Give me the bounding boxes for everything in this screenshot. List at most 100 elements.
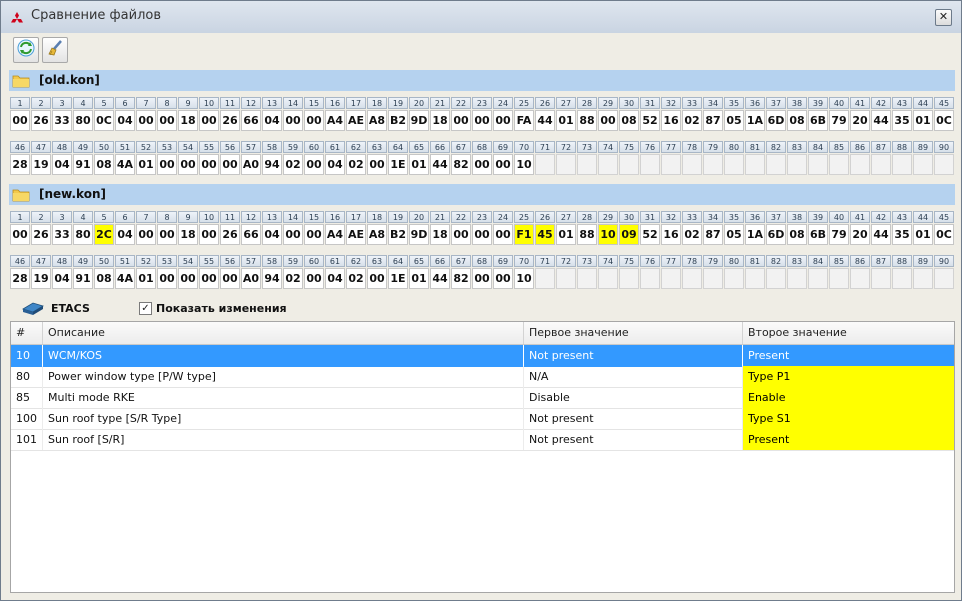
title-bar[interactable]: Сравнение файлов ✕ bbox=[1, 1, 961, 33]
byte-cell[interactable]: 25 F1 bbox=[514, 211, 534, 245]
byte-cell[interactable]: 42 44 bbox=[871, 211, 891, 245]
byte-cell[interactable]: 57 A0 bbox=[241, 141, 261, 175]
byte-cell[interactable]: 87 bbox=[871, 141, 891, 175]
byte-cell[interactable]: 14 00 bbox=[283, 211, 303, 245]
byte-cell[interactable]: 41 20 bbox=[850, 211, 870, 245]
byte-cell[interactable]: 6 04 bbox=[115, 211, 135, 245]
byte-cell[interactable]: 60 00 bbox=[304, 255, 324, 289]
byte-cell[interactable]: 86 bbox=[850, 141, 870, 175]
byte-cell[interactable]: 38 08 bbox=[787, 97, 807, 131]
byte-cell[interactable]: 13 04 bbox=[262, 97, 282, 131]
byte-cell[interactable]: 43 35 bbox=[892, 97, 912, 131]
byte-cell[interactable]: 77 bbox=[661, 255, 681, 289]
byte-cell[interactable]: 84 bbox=[808, 255, 828, 289]
byte-cell[interactable]: 20 9D bbox=[409, 211, 429, 245]
byte-cell[interactable]: 88 bbox=[892, 141, 912, 175]
byte-cell[interactable]: 50 08 bbox=[94, 141, 114, 175]
byte-cell[interactable]: 5 2C bbox=[94, 211, 114, 245]
byte-cell[interactable]: 67 82 bbox=[451, 141, 471, 175]
byte-cell[interactable]: 54 00 bbox=[178, 255, 198, 289]
byte-cell[interactable]: 30 09 bbox=[619, 211, 639, 245]
show-changes-label[interactable]: Показать изменения bbox=[156, 302, 287, 315]
byte-cell[interactable]: 28 88 bbox=[577, 211, 597, 245]
byte-cell[interactable]: 84 bbox=[808, 141, 828, 175]
byte-cell[interactable]: 75 bbox=[619, 141, 639, 175]
byte-cell[interactable]: 21 18 bbox=[430, 211, 450, 245]
byte-cell[interactable]: 16 A4 bbox=[325, 211, 345, 245]
byte-cell[interactable]: 44 01 bbox=[913, 97, 933, 131]
byte-cell[interactable]: 27 01 bbox=[556, 97, 576, 131]
byte-cell[interactable]: 63 00 bbox=[367, 255, 387, 289]
byte-cell[interactable]: 62 02 bbox=[346, 141, 366, 175]
byte-cell[interactable]: 36 1A bbox=[745, 211, 765, 245]
byte-cell[interactable]: 50 08 bbox=[94, 255, 114, 289]
byte-cell[interactable]: 59 02 bbox=[283, 141, 303, 175]
byte-cell[interactable]: 3 33 bbox=[52, 211, 72, 245]
byte-cell[interactable]: 82 bbox=[766, 255, 786, 289]
byte-cell[interactable]: 32 16 bbox=[661, 97, 681, 131]
byte-cell[interactable]: 23 00 bbox=[472, 97, 492, 131]
byte-cell[interactable]: 17 AE bbox=[346, 97, 366, 131]
byte-cell[interactable]: 51 4A bbox=[115, 141, 135, 175]
header-description[interactable]: Описание bbox=[43, 322, 524, 344]
byte-cell[interactable]: 29 10 bbox=[598, 211, 618, 245]
byte-cell[interactable]: 36 1A bbox=[745, 97, 765, 131]
byte-cell[interactable]: 46 28 bbox=[10, 141, 30, 175]
byte-cell[interactable]: 49 91 bbox=[73, 141, 93, 175]
byte-cell[interactable]: 73 bbox=[577, 141, 597, 175]
byte-cell[interactable]: 70 10 bbox=[514, 255, 534, 289]
byte-cell[interactable]: 7 00 bbox=[136, 211, 156, 245]
byte-cell[interactable]: 80 bbox=[724, 141, 744, 175]
byte-cell[interactable]: 11 26 bbox=[220, 97, 240, 131]
byte-cell[interactable]: 58 94 bbox=[262, 255, 282, 289]
byte-cell[interactable]: 40 79 bbox=[829, 211, 849, 245]
byte-cell[interactable]: 79 bbox=[703, 255, 723, 289]
byte-cell[interactable]: 85 bbox=[829, 141, 849, 175]
byte-cell[interactable]: 34 87 bbox=[703, 97, 723, 131]
byte-cell[interactable]: 12 66 bbox=[241, 211, 261, 245]
byte-cell[interactable]: 58 94 bbox=[262, 141, 282, 175]
byte-cell[interactable]: 78 bbox=[682, 255, 702, 289]
byte-cell[interactable]: 53 00 bbox=[157, 141, 177, 175]
byte-cell[interactable]: 66 44 bbox=[430, 255, 450, 289]
byte-cell[interactable]: 32 16 bbox=[661, 211, 681, 245]
show-changes-checkbox[interactable]: ✓ bbox=[139, 302, 152, 315]
byte-cell[interactable]: 85 bbox=[829, 255, 849, 289]
byte-cell[interactable]: 37 6D bbox=[766, 97, 786, 131]
table-row[interactable]: 10 WCM/KOS Not present Present bbox=[11, 345, 954, 367]
byte-cell[interactable]: 65 01 bbox=[409, 141, 429, 175]
byte-cell[interactable]: 38 08 bbox=[787, 211, 807, 245]
byte-cell[interactable]: 37 6D bbox=[766, 211, 786, 245]
byte-cell[interactable]: 24 00 bbox=[493, 97, 513, 131]
byte-cell[interactable]: 2 26 bbox=[31, 211, 51, 245]
byte-cell[interactable]: 28 88 bbox=[577, 97, 597, 131]
byte-cell[interactable]: 79 bbox=[703, 141, 723, 175]
byte-cell[interactable]: 68 00 bbox=[472, 255, 492, 289]
byte-cell[interactable]: 40 79 bbox=[829, 97, 849, 131]
byte-cell[interactable]: 74 bbox=[598, 255, 618, 289]
byte-cell[interactable]: 23 00 bbox=[472, 211, 492, 245]
byte-cell[interactable]: 75 bbox=[619, 255, 639, 289]
byte-cell[interactable]: 33 02 bbox=[682, 211, 702, 245]
byte-cell[interactable]: 54 00 bbox=[178, 141, 198, 175]
byte-cell[interactable]: 8 00 bbox=[157, 97, 177, 131]
byte-cell[interactable]: 2 26 bbox=[31, 97, 51, 131]
byte-cell[interactable]: 55 00 bbox=[199, 141, 219, 175]
byte-cell[interactable]: 18 A8 bbox=[367, 211, 387, 245]
byte-cell[interactable]: 4 80 bbox=[73, 211, 93, 245]
byte-cell[interactable]: 69 00 bbox=[493, 141, 513, 175]
byte-cell[interactable]: 47 19 bbox=[31, 141, 51, 175]
byte-cell[interactable]: 89 bbox=[913, 255, 933, 289]
byte-cell[interactable]: 63 00 bbox=[367, 141, 387, 175]
byte-cell[interactable]: 76 bbox=[640, 255, 660, 289]
byte-cell[interactable]: 33 02 bbox=[682, 97, 702, 131]
byte-cell[interactable]: 72 bbox=[556, 255, 576, 289]
byte-cell[interactable]: 19 B2 bbox=[388, 97, 408, 131]
byte-cell[interactable]: 29 00 bbox=[598, 97, 618, 131]
byte-cell[interactable]: 39 6B bbox=[808, 211, 828, 245]
byte-cell[interactable]: 82 bbox=[766, 141, 786, 175]
byte-cell[interactable]: 31 52 bbox=[640, 211, 660, 245]
byte-cell[interactable]: 12 66 bbox=[241, 97, 261, 131]
byte-cell[interactable]: 61 04 bbox=[325, 141, 345, 175]
byte-cell[interactable]: 26 45 bbox=[535, 211, 555, 245]
